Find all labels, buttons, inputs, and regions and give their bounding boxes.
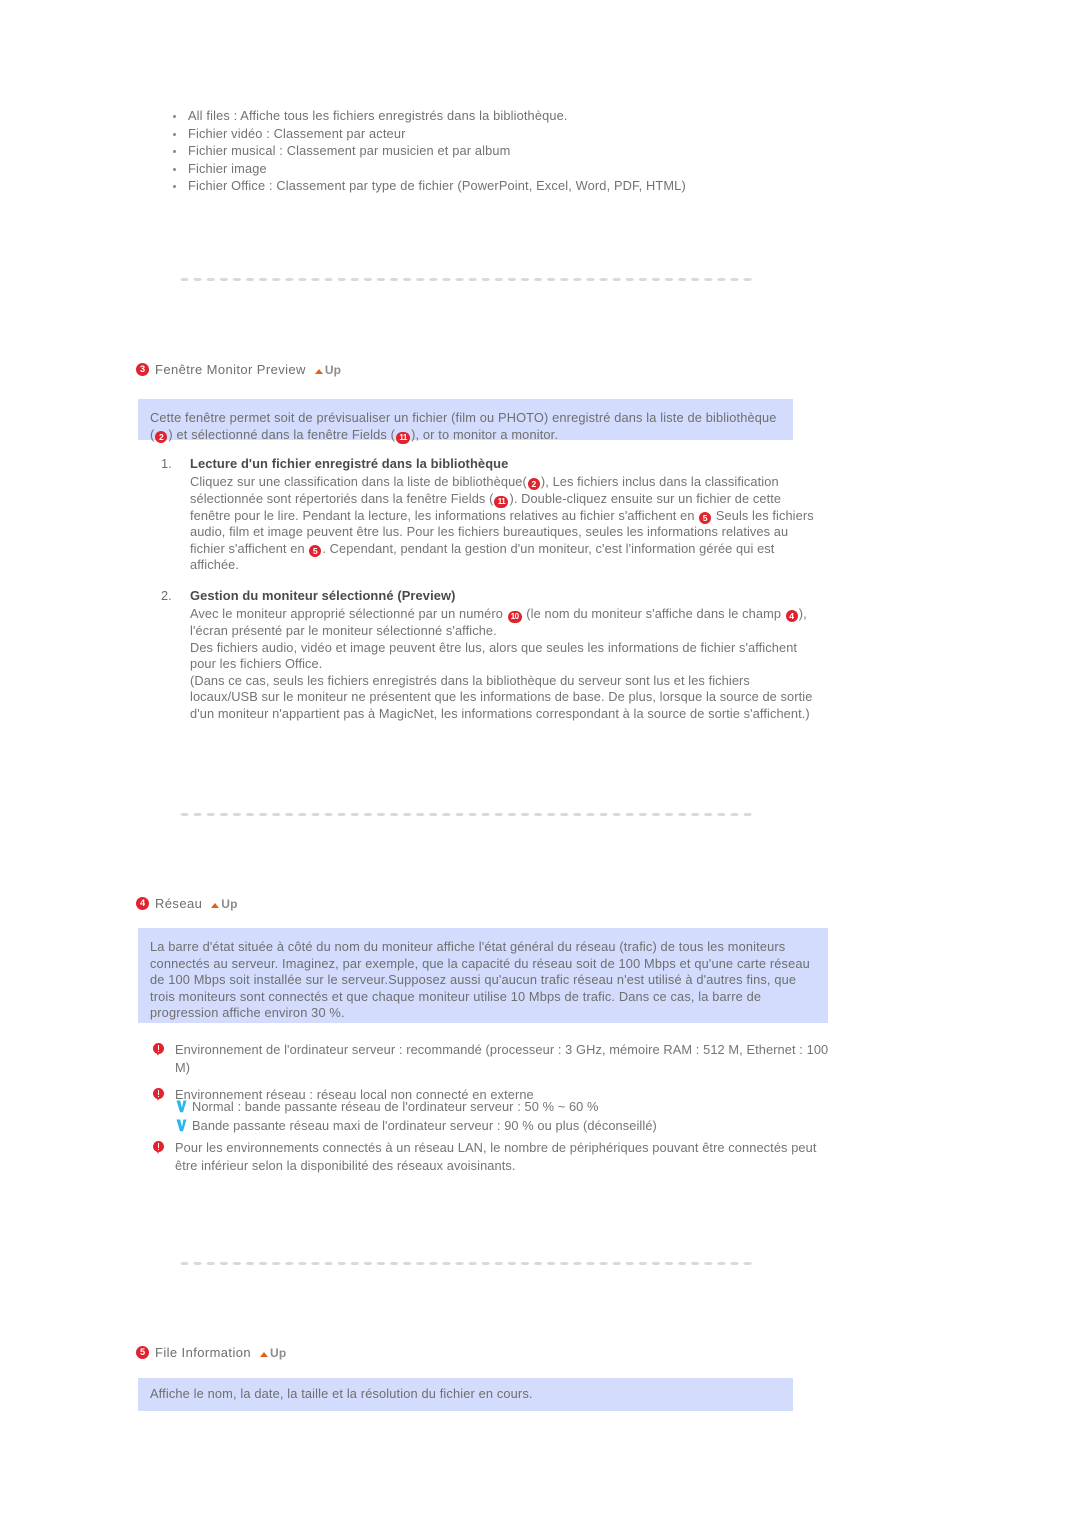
inline-ref-badge: 11 <box>494 495 509 508</box>
body-part: (le nom du moniteur s'affiche dans le ch… <box>522 605 785 621</box>
inline-ref-badge: 4 <box>785 609 798 622</box>
section-title: File Information <box>155 1345 251 1360</box>
cyan-check-icon <box>176 1119 187 1132</box>
document-page: All files : Affiche tous les fichiers en… <box>0 0 1080 1527</box>
cyan-check-icon <box>176 1100 187 1113</box>
note-item: Pour les environnements connectés à un r… <box>153 1139 833 1175</box>
up-link-label: Up <box>221 896 238 911</box>
alert-exclamation-icon <box>153 1088 164 1102</box>
alert-exclamation-icon <box>153 1043 164 1057</box>
triangle-up-icon <box>211 902 220 908</box>
list-item-body: Avec le moniteur approprié sélectionné p… <box>190 606 821 640</box>
triangle-up-icon <box>314 368 323 374</box>
list-item: Fichier Office : Classement par type de … <box>170 178 890 195</box>
section-heading-monitor-preview: 3 Fenêtre Monitor Preview Up <box>136 362 341 377</box>
up-link-label: Up <box>270 1345 287 1360</box>
inline-ref-badge: 5 <box>309 544 322 557</box>
info-box-text: Cette fenêtre permet soit de prévisualis… <box>150 410 779 444</box>
up-link-label: Up <box>324 362 342 377</box>
info-box-reseau: La barre d'état située à côté du nom du … <box>138 928 828 1023</box>
sub-note-text: Bande passante réseau maxi de l'ordinate… <box>192 1118 657 1133</box>
dotted-divider <box>178 277 753 282</box>
info-text-part: ), or to monitor a monitor. <box>411 426 559 442</box>
dotted-divider <box>178 1261 753 1266</box>
info-box-text: Affiche le nom, la date, la taille et la… <box>150 1386 533 1401</box>
info-box-file-information: Affiche le nom, la date, la taille et la… <box>138 1378 793 1411</box>
list-item: Fichier vidéo : Classement par acteur <box>170 126 890 143</box>
note-item: Environnement de l'ordinateur serveur : … <box>153 1041 833 1077</box>
section-title: Réseau <box>155 896 203 911</box>
sub-note-item: Normal : bande passante réseau de l'ordi… <box>176 1098 836 1117</box>
inline-ref-badge: 10 <box>507 610 522 623</box>
up-link[interactable]: Up <box>260 1346 286 1360</box>
info-box-text: La barre d'état située à côté du nom du … <box>150 939 810 1021</box>
sub-note-text: Normal : bande passante réseau de l'ordi… <box>192 1099 599 1114</box>
reseau-last-note-block: Pour les environnements connectés à un r… <box>153 1139 833 1184</box>
alert-exclamation-icon <box>153 1141 164 1155</box>
inline-ref-badge: 11 <box>396 431 411 444</box>
list-item: 1. Lecture d'un fichier enregistré dans … <box>161 455 821 574</box>
body-part: Avec le moniteur approprié sélectionné p… <box>190 605 507 621</box>
list-item-title: Gestion du moniteur sélectionné (Preview… <box>190 587 456 603</box>
inline-ref-badge: 2 <box>527 478 540 490</box>
inline-ref-badge: 5 <box>699 511 712 524</box>
list-item-title: Lecture d'un fichier enregistré dans la … <box>190 456 509 471</box>
reseau-sub-notes-block: Normal : bande passante réseau de l'ordi… <box>176 1098 836 1136</box>
note-text: Pour les environnements connectés à un r… <box>175 1140 817 1173</box>
monitor-preview-ordered-list: 1. Lecture d'un fichier enregistré dans … <box>161 455 821 736</box>
body-part: Cliquez sur une classification dans la l… <box>190 474 527 489</box>
section-number-badge: 5 <box>136 1346 149 1359</box>
inline-ref-badge: 2 <box>155 430 168 443</box>
list-marker: 2. <box>161 587 172 603</box>
section-number-badge: 3 <box>136 363 149 376</box>
list-item: Fichier image <box>170 161 890 178</box>
file-classification-bullet-list: All files : Affiche tous les fichiers en… <box>170 108 890 196</box>
note-text: Environnement de l'ordinateur serveur : … <box>175 1042 829 1075</box>
sub-note-item: Bande passante réseau maxi de l'ordinate… <box>176 1117 836 1136</box>
list-item: 2. Gestion du moniteur sélectionné (Prev… <box>161 587 821 723</box>
section-heading-reseau: 4 Réseau Up <box>136 896 238 911</box>
info-text-part: ) et sélectionné dans la fenêtre Fields … <box>168 426 396 442</box>
section-title: Fenêtre Monitor Preview <box>155 362 306 377</box>
section-number-badge: 4 <box>136 897 149 910</box>
up-link[interactable]: Up <box>211 897 237 911</box>
dotted-divider <box>178 812 753 817</box>
info-box-monitor-preview: Cette fenêtre permet soit de prévisualis… <box>138 399 793 444</box>
triangle-up-icon <box>260 1351 268 1357</box>
list-marker: 1. <box>161 456 172 471</box>
list-item-body-3: (Dans ce cas, seuls les fichiers enregis… <box>190 672 813 721</box>
list-item-body-2: Des fichiers audio, vidéo et image peuve… <box>190 639 798 672</box>
section-heading-file-information: 5 File Information Up <box>136 1345 286 1360</box>
up-link[interactable]: Up <box>314 362 342 377</box>
list-item-body: Cliquez sur une classification dans la l… <box>190 474 821 574</box>
list-item: All files : Affiche tous les fichiers en… <box>170 108 890 125</box>
list-item: Fichier musical : Classement par musicie… <box>170 143 890 160</box>
